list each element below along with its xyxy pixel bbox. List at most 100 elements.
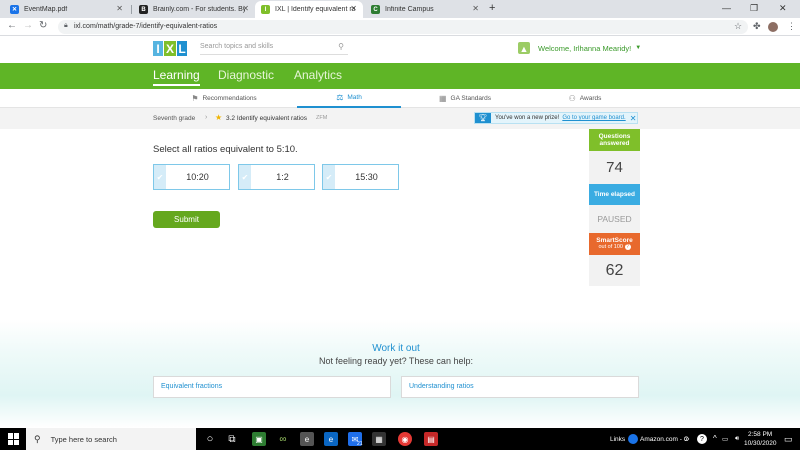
sub-nav: ⚑ Recommendations ⚖ Math ▦ GA Standards …	[0, 89, 800, 108]
chevron-right-icon[interactable]: »	[685, 434, 689, 443]
close-window-button[interactable]: ✕	[779, 3, 787, 14]
clock-date[interactable]: 10/30/2020	[744, 440, 777, 447]
task-view-icon[interactable]: ⧉	[225, 432, 239, 446]
app-red-icon[interactable]: ▤	[424, 432, 438, 446]
tab-title: EventMap.pdf	[24, 6, 68, 13]
recommendations-icon: ⚑	[191, 94, 199, 103]
close-tab-icon[interactable]: ✕	[116, 4, 123, 13]
chevron-down-icon[interactable]: ▼	[635, 45, 641, 51]
subtab-math[interactable]: ⚖ Math	[297, 89, 401, 108]
time-elapsed-value[interactable]: PAUSED	[589, 205, 640, 233]
work-it-out-title: Work it out	[372, 343, 420, 354]
help-link-understanding-ratios[interactable]: Understanding ratios	[401, 376, 639, 398]
answer-choice-label: 1:2	[276, 172, 289, 182]
search-placeholder: Search topics and skills	[200, 43, 274, 50]
checkmark-icon: ✔	[239, 165, 251, 189]
minimize-button[interactable]: —	[722, 3, 731, 13]
back-arrow-icon[interactable]: ←	[7, 20, 17, 31]
subtab-ga-standards[interactable]: ▦ GA Standards	[403, 89, 527, 108]
tab-title: Brainly.com - For students. By stu	[153, 6, 245, 13]
url-text: ixl.com/math/grade-7/identify-equivalent…	[74, 23, 218, 30]
help-icon[interactable]: ?	[697, 434, 707, 444]
subtab-recommendations[interactable]: ⚑ Recommendations	[153, 89, 295, 108]
tab-learning[interactable]: Learning	[153, 68, 200, 86]
answer-choice[interactable]: ✔ 15:30	[322, 164, 399, 190]
amazon-icon	[628, 434, 638, 444]
user-avatar-icon: ▲	[518, 42, 530, 54]
ixl-logo[interactable]: I X L	[153, 40, 188, 57]
answer-choice-label: 15:30	[355, 172, 378, 182]
brainly-favicon-icon: B	[139, 5, 148, 14]
edge-icon[interactable]: e	[324, 432, 338, 446]
info-icon[interactable]: ?	[624, 244, 631, 250]
tab-diagnostic[interactable]: Diagnostic	[218, 68, 274, 82]
store-icon[interactable]: ▦	[372, 432, 386, 446]
tab-title: Infinite Campus	[385, 6, 434, 13]
subtab-awards[interactable]: ⚇ Awards	[530, 89, 640, 108]
amazon-taskbar-item[interactable]: Amazon.com - C	[640, 436, 688, 443]
breadcrumb-skill: 3.2 Identify equivalent ratios	[226, 115, 307, 122]
star-icon: ★	[215, 113, 223, 122]
menu-dots-icon[interactable]: ⋮	[787, 21, 796, 32]
browser-tab-bar: ✕ EventMap.pdf ✕ B Brainly.com - For stu…	[0, 0, 800, 18]
tray-chevron-up-icon[interactable]: ^	[713, 434, 717, 443]
app-infinity-icon[interactable]: ∞	[276, 432, 290, 446]
file-explorer-icon[interactable]: e	[300, 432, 314, 446]
forward-arrow-icon[interactable]: →	[23, 20, 33, 31]
search-input[interactable]: Search topics and skills ⚲	[200, 41, 348, 55]
answer-choice[interactable]: ✔ 1:2	[238, 164, 315, 190]
infinite-campus-favicon-icon: C	[371, 5, 380, 14]
answer-choice[interactable]: ✔ 10:20	[153, 164, 230, 190]
tab-analytics[interactable]: Analytics	[294, 68, 342, 82]
url-bar[interactable]: 🔒︎ ixl.com/math/grade-7/identify-equival…	[58, 20, 748, 34]
close-tab-icon[interactable]: ✕	[350, 4, 357, 13]
profile-avatar-icon[interactable]	[768, 22, 778, 32]
maximize-button[interactable]: ❐	[750, 3, 758, 14]
chrome-icon[interactable]: ◉	[398, 432, 412, 446]
app-green-icon[interactable]: ▣	[252, 432, 266, 446]
ixl-favicon-icon: I	[261, 5, 270, 14]
help-subtitle: Not feeling ready yet? These can help:	[319, 356, 473, 366]
submit-button[interactable]: Submit	[153, 211, 220, 228]
checkmark-icon: ✔	[323, 165, 335, 189]
cortana-icon[interactable]: ○	[203, 432, 217, 446]
welcome-text: Welcome, Irlhanna Mearidy!	[538, 43, 632, 53]
search-icon[interactable]: ⚲	[338, 42, 344, 51]
reload-icon[interactable]: ↻	[39, 20, 47, 31]
help-link-equivalent-fractions[interactable]: Equivalent fractions	[153, 376, 391, 398]
windows-start-icon[interactable]	[8, 433, 20, 445]
close-tab-icon[interactable]: ✕	[242, 4, 249, 13]
new-tab-button[interactable]: +	[489, 2, 495, 14]
tab-title: IXL | Identify equivalent ratios | 7t	[275, 6, 355, 13]
tab-eventmap[interactable]: ✕ EventMap.pdf ✕	[4, 1, 129, 18]
links-label[interactable]: Links	[610, 436, 625, 443]
close-tab-icon[interactable]: ✕	[472, 4, 479, 13]
smartscore-header: SmartScore out of 100 ?	[589, 233, 640, 255]
skill-code: ZFM	[316, 115, 328, 121]
breadcrumb-grade[interactable]: Seventh grade	[153, 115, 195, 122]
questions-answered-value: 74	[589, 151, 640, 184]
game-board-link[interactable]: Go to your game board.	[562, 115, 625, 121]
lock-icon[interactable]: 🔒︎	[64, 22, 68, 30]
bookmark-star-icon[interactable]: ☆	[734, 21, 742, 32]
close-icon[interactable]: ✕	[630, 114, 637, 123]
awards-icon: ⚇	[568, 94, 576, 103]
network-icon[interactable]: ▭	[722, 435, 728, 443]
volume-icon[interactable]: 🔊︎	[735, 435, 739, 443]
tab-infinite-campus[interactable]: C Infinite Campus ✕	[365, 1, 485, 18]
time-elapsed-header: Time elapsed	[589, 184, 640, 205]
pdf-favicon-icon: ✕	[10, 5, 19, 14]
clock-time[interactable]: 2:58 PM	[748, 431, 772, 438]
breadcrumb: Seventh grade › ★ 3.2 Identify equivalen…	[0, 108, 800, 129]
taskbar-search-placeholder: Type here to search	[50, 434, 117, 444]
extensions-icon[interactable]: ✤	[753, 21, 761, 32]
question-prompt: Select all ratios equivalent to 5:10.	[153, 144, 298, 155]
tab-brainly[interactable]: B Brainly.com - For students. By stu ✕	[133, 1, 255, 18]
user-menu[interactable]: ▲ Welcome, Irlhanna Mearidy! ▼	[518, 42, 641, 54]
notifications-icon[interactable]: ▭	[784, 434, 793, 445]
prize-banner: 🏆︎ You've won a new prize! Go to your ga…	[474, 112, 638, 124]
search-icon: ⚲	[34, 433, 41, 444]
taskbar-search-input[interactable]: ⚲ Type here to search	[26, 428, 196, 450]
tab-ixl[interactable]: I IXL | Identify equivalent ratios | 7t …	[255, 1, 363, 18]
standards-icon: ▦	[438, 94, 447, 103]
